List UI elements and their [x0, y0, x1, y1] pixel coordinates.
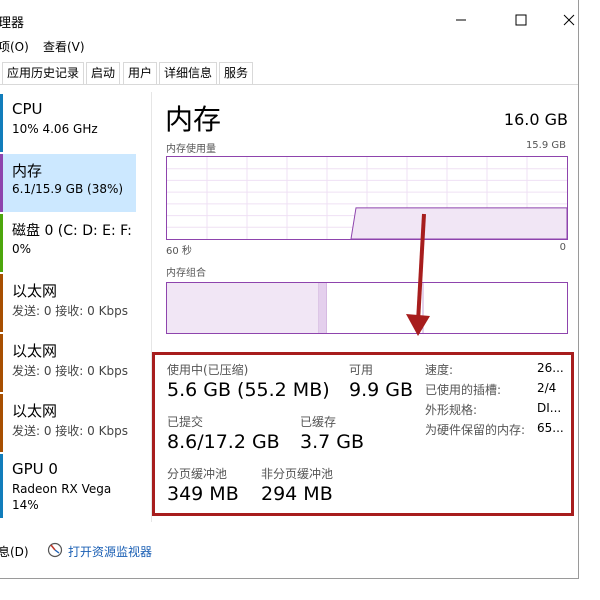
composition-label: 内存组合 [166, 268, 206, 279]
sidebar-item-label: 磁盘 0 (C: D: E: F: [12, 223, 132, 239]
paged-pool-label: 分页缓冲池 [167, 467, 228, 481]
open-resource-monitor-link[interactable]: 打开资源监视器 [68, 543, 152, 560]
total-memory: 16.0 GB [503, 110, 568, 129]
sidebar-item-disk[interactable]: 磁盘 0 (C: D: E: F: 0% [0, 214, 136, 272]
sidebar-item-ethernet-2[interactable]: 以太网 发送: 0 接收: 0 Kbps [0, 334, 136, 392]
cached-label: 已缓存 [300, 415, 337, 429]
usage-area [350, 207, 568, 240]
committed-value: 8.6/17.2 GB [167, 431, 280, 453]
window-title: 理器 [0, 16, 25, 31]
form-factor-key: 外形规格: [425, 403, 478, 417]
performance-sidebar: CPU 10% 4.06 GHz 内存 6.1/15.9 GB (38%) 磁盘… [0, 92, 138, 522]
tab-startup[interactable]: 启动 [86, 62, 121, 84]
sidebar-item-memory[interactable]: 内存 6.1/15.9 GB (38%) [0, 154, 136, 212]
sidebar-item-value: 0% [12, 242, 32, 256]
task-manager-window: 理器 项(O) 查看(V) 应用历史记录 启动 用户 详细信息 服务 CPU 1… [0, 0, 579, 579]
available-label: 可用 [349, 363, 374, 377]
maximize-button[interactable] [498, 0, 544, 40]
slots-key: 已使用的插槽: [425, 383, 502, 397]
committed-label: 已提交 [167, 415, 204, 429]
tab-services[interactable]: 服务 [219, 62, 254, 84]
in-use-value: 5.6 GB (55.2 MB) [167, 379, 330, 401]
usage-graph-label: 内存使用量 [166, 144, 216, 155]
hardware-reserved-key: 为硬件保留的内存: [425, 423, 526, 437]
sidebar-item-ethernet-1[interactable]: 以太网 发送: 0 接收: 0 Kbps [0, 274, 136, 332]
tab-app-history[interactable]: 应用历史记录 [2, 62, 85, 84]
sidebar-item-value: 发送: 0 接收: 0 Kbps [12, 304, 128, 318]
memory-composition-bar [166, 282, 568, 334]
in-use-label: 使用中(已压缩) [167, 363, 249, 377]
sidebar-item-value: Radeon RX Vega [12, 482, 112, 496]
minimize-button[interactable] [438, 0, 484, 40]
usage-graph-max: 15.9 GB [525, 140, 566, 151]
time-right-label: 0 [559, 242, 566, 253]
usage-graph-canvas [167, 157, 568, 240]
sidebar-item-label: 以太网 [12, 342, 58, 360]
sidebar-item-value-2: 14% [12, 498, 39, 512]
available-value: 9.9 GB [349, 379, 414, 401]
resource-monitor-icon [47, 542, 63, 558]
slots-value: 2/4 [537, 381, 557, 395]
minimize-icon [456, 19, 466, 21]
sidebar-item-value: 发送: 0 接收: 0 Kbps [12, 424, 128, 438]
sidebar-item-cpu[interactable]: CPU 10% 4.06 GHz [0, 94, 136, 152]
composition-modified [319, 283, 327, 333]
composition-canvas [167, 283, 424, 333]
fewer-details-link[interactable]: 息(D) [0, 543, 29, 560]
sidebar-item-value: 10% 4.06 GHz [12, 122, 98, 136]
page-title: 内存 [165, 103, 222, 136]
cached-value: 3.7 GB [300, 431, 365, 453]
sidebar-item-label: 以太网 [12, 402, 58, 420]
sidebar-item-value: 6.1/15.9 GB (38%) [12, 182, 124, 196]
close-icon [563, 14, 575, 26]
sidebar-item-value: 发送: 0 接收: 0 Kbps [12, 364, 128, 378]
speed-key: 速度: [425, 363, 454, 377]
annotation-arrow-icon [406, 213, 430, 336]
menu-options[interactable]: 项(O) [0, 38, 29, 55]
time-left-label: 60 秒 [166, 246, 192, 257]
menu-view[interactable]: 查看(V) [43, 38, 85, 55]
sidebar-item-label: 内存 [12, 162, 43, 180]
speed-value: 26... [537, 361, 564, 375]
form-factor-value: DI... [537, 401, 562, 415]
sidebar-item-label: CPU [12, 100, 43, 118]
sidebar-item-label: 以太网 [12, 282, 58, 300]
nonpaged-pool-label: 非分页缓冲池 [261, 467, 334, 481]
title-bar: 理器 [0, 0, 578, 40]
footer-bar: 息(D) 打开资源监视器 [0, 540, 578, 562]
tab-strip: 应用历史记录 启动 用户 详细信息 服务 [0, 60, 578, 85]
nonpaged-pool-value: 294 MB [261, 483, 333, 505]
memory-stats-highlight: 使用中(已压缩) 5.6 GB (55.2 MB) 可用 9.9 GB 已提交 … [152, 352, 574, 516]
sidebar-item-ethernet-3[interactable]: 以太网 发送: 0 接收: 0 Kbps [0, 394, 136, 452]
close-button[interactable] [546, 0, 578, 40]
maximize-icon [515, 14, 527, 26]
memory-usage-graph [166, 156, 568, 240]
sidebar-item-gpu[interactable]: GPU 0 Radeon RX Vega 14% [0, 454, 136, 518]
hardware-reserved-value: 65... [537, 421, 564, 435]
tab-details[interactable]: 详细信息 [159, 62, 218, 84]
paged-pool-value: 349 MB [167, 483, 239, 505]
sidebar-item-label: GPU 0 [12, 460, 58, 478]
composition-in-use [167, 283, 319, 333]
tab-users[interactable]: 用户 [123, 62, 158, 84]
